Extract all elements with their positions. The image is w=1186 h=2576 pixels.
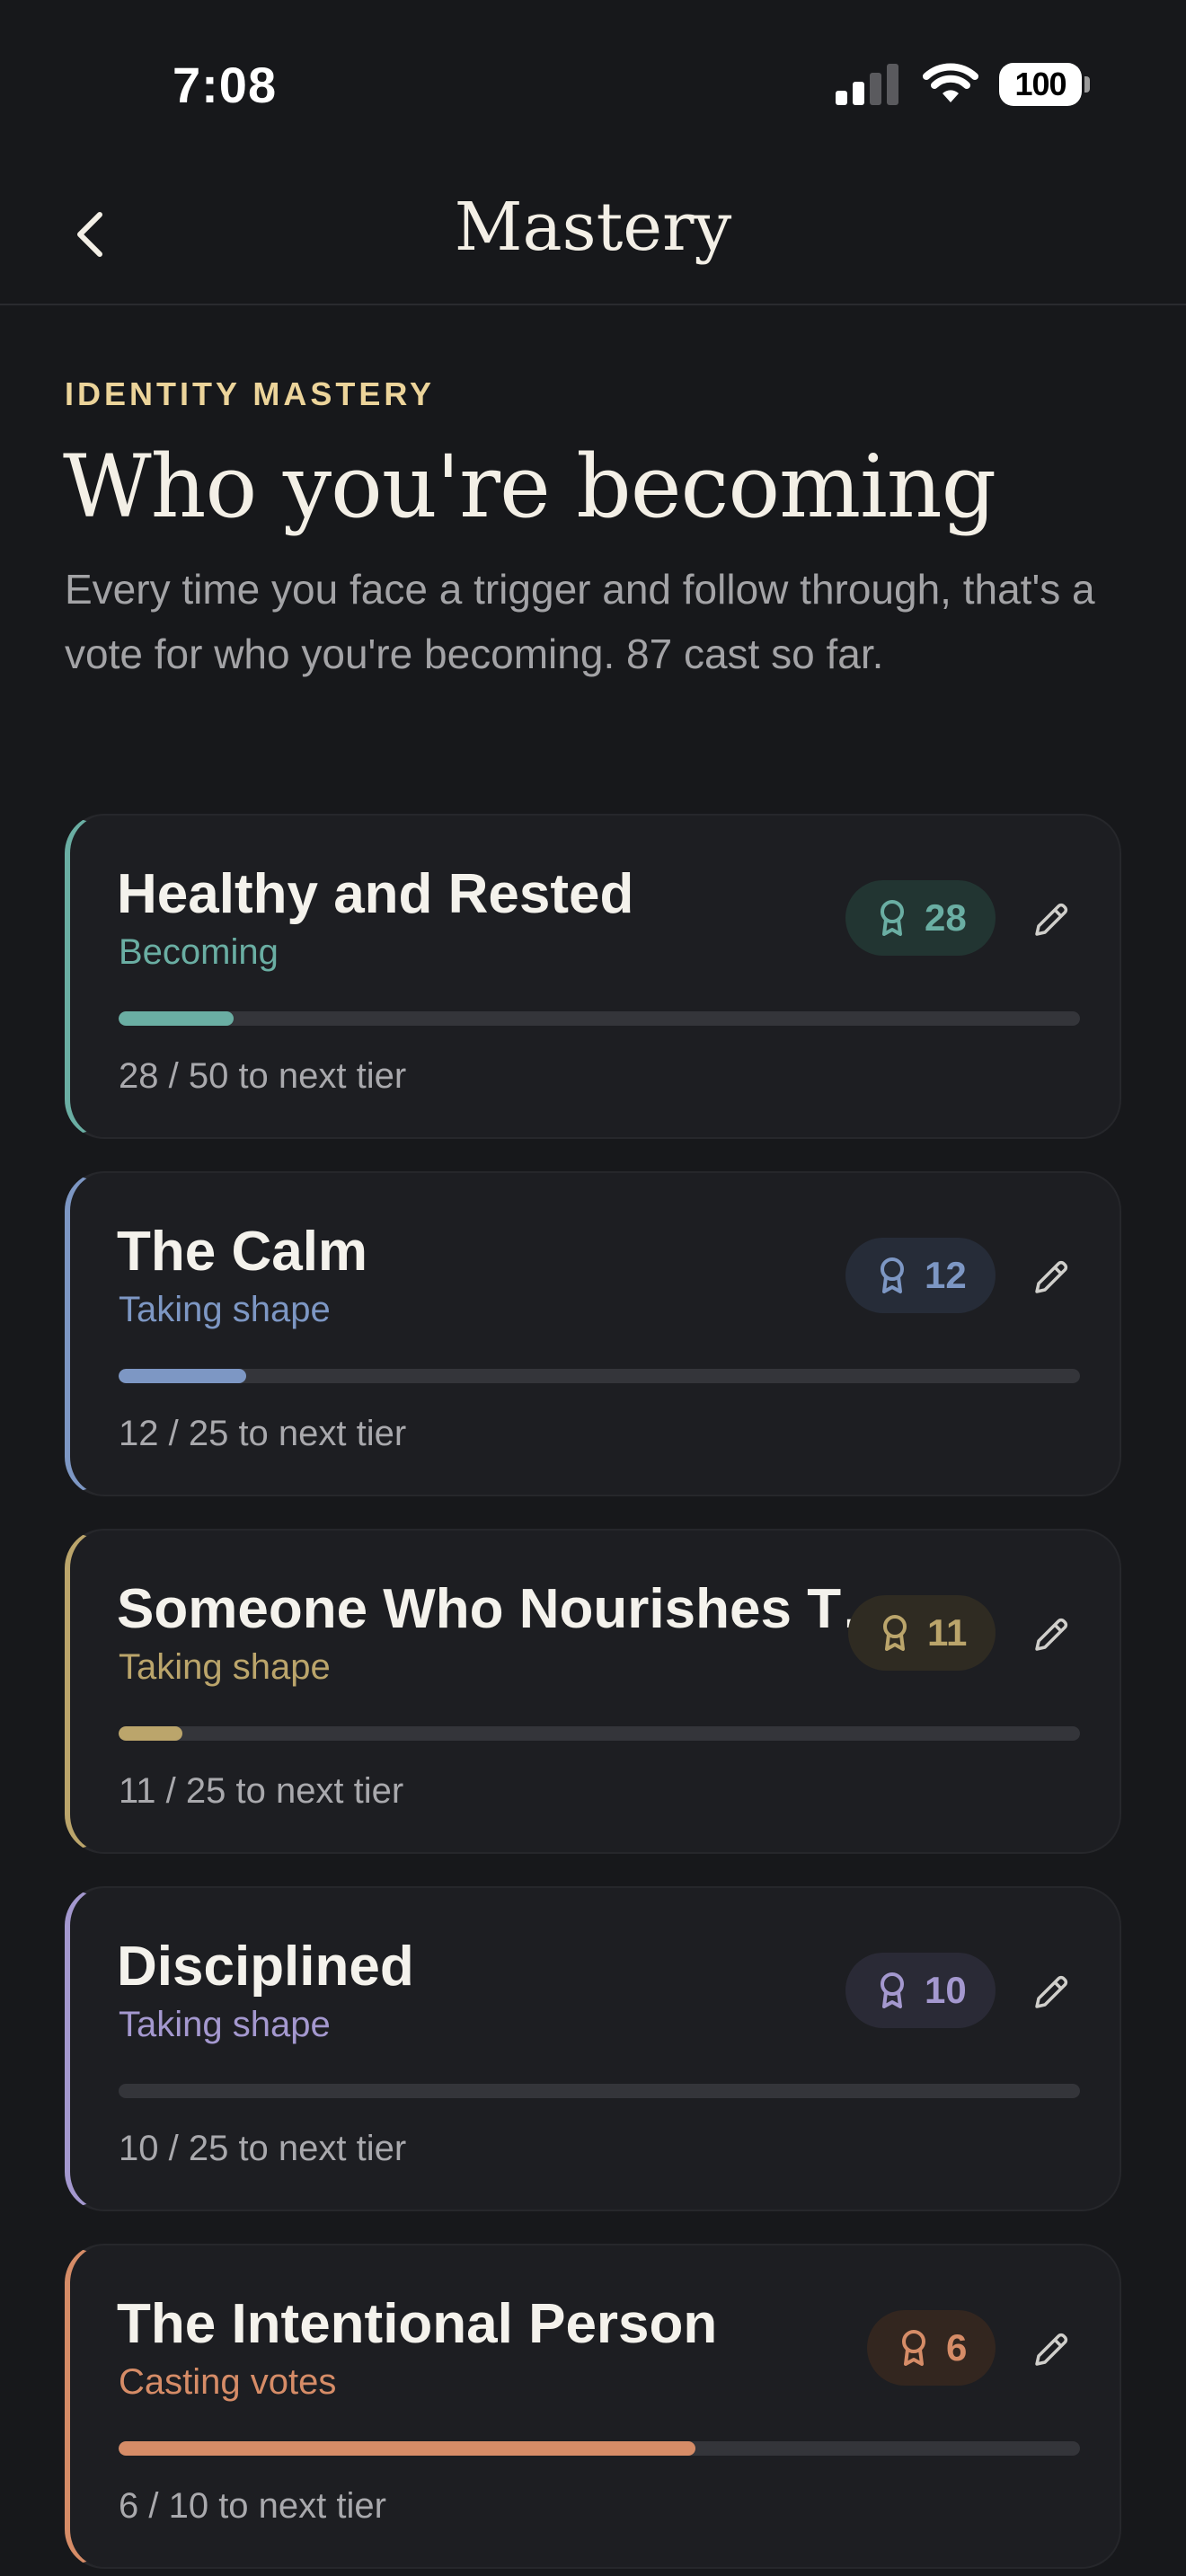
vote-count: 28 <box>925 896 967 939</box>
identity-title: Someone Who Nourishes Their Body <box>117 1578 898 1640</box>
status-time: 7:08 <box>173 57 278 113</box>
award-ribbon-icon <box>883 1615 907 1651</box>
edit-identity-button[interactable] <box>1026 1252 1076 1302</box>
identity-card[interactable]: Healthy and Rested Becoming 28 28 / 50 t… <box>65 814 1121 1139</box>
identity-card[interactable]: The Calm Taking shape 12 12 / 25 to next… <box>65 1171 1121 1496</box>
identity-card[interactable]: Disciplined Taking shape 10 10 / 25 to n… <box>65 1886 1121 2211</box>
vote-count-badge: 6 <box>867 2310 996 2386</box>
vote-count: 10 <box>925 1969 967 2011</box>
vote-count-badge: 10 <box>845 1953 996 2028</box>
progress-bar <box>119 2084 1080 2098</box>
vote-count: 6 <box>946 2326 968 2369</box>
progress-fill <box>119 2441 695 2456</box>
award-ribbon-icon <box>881 900 904 936</box>
identity-status: Becoming <box>119 932 279 972</box>
mastery-screen: 7:08 100 Mastery IDENTITY MASTERY Who yo… <box>0 0 1186 2576</box>
vote-count-badge: 12 <box>845 1238 996 1313</box>
award-ribbon-icon <box>881 1257 904 1293</box>
pencil-icon <box>1035 1260 1068 1293</box>
identity-title: Healthy and Rested <box>117 863 634 925</box>
identity-status: Taking shape <box>119 2005 331 2044</box>
edit-identity-button[interactable] <box>1026 2325 1076 2375</box>
status-bar: 7:08 100 <box>0 0 1186 171</box>
nav-title: Mastery <box>454 189 732 266</box>
identity-status: Taking shape <box>119 1290 331 1329</box>
progress-fill <box>119 1369 246 1383</box>
progress-text: 10 / 25 to next tier <box>119 2129 407 2168</box>
progress-text: 11 / 25 to next tier <box>119 1771 404 1811</box>
progress-fill <box>119 1726 182 1741</box>
cellular-signal-icon <box>836 64 898 105</box>
pencil-icon <box>1035 1618 1068 1651</box>
page-description: Every time you face a trigger and follow… <box>65 566 1095 677</box>
vote-count: 11 <box>927 1611 968 1654</box>
identity-status: Taking shape <box>119 1647 331 1687</box>
identity-title: Disciplined <box>117 1936 414 1998</box>
award-ribbon-icon <box>881 1972 904 2008</box>
edit-identity-button[interactable] <box>1026 895 1076 945</box>
vote-count-badge: 11 <box>848 1595 996 1671</box>
progress-text: 6 / 10 to next tier <box>119 2486 386 2526</box>
vote-count-badge: 28 <box>845 880 996 956</box>
pencil-icon <box>1035 903 1068 936</box>
identity-card[interactable]: The Intentional Person Casting votes 6 6… <box>65 2244 1121 2569</box>
progress-text: 28 / 50 to next tier <box>119 1056 407 1096</box>
identity-title: The Intentional Person <box>117 2293 718 2355</box>
pencil-icon <box>1035 2333 1068 2366</box>
identity-status: Casting votes <box>119 2362 337 2402</box>
progress-bar <box>119 1726 1080 1741</box>
identity-title: The Calm <box>117 1221 368 1283</box>
status-icons: 100 <box>836 59 1090 110</box>
edit-identity-button[interactable] <box>1026 1967 1076 2017</box>
pencil-icon <box>1035 1975 1068 2008</box>
identity-card[interactable]: Someone Who Nourishes Their Body Taking … <box>65 1529 1121 1854</box>
page-heading: Who you're becoming <box>63 437 996 537</box>
progress-text: 12 / 25 to next tier <box>119 1414 407 1453</box>
battery-icon: 100 <box>999 63 1090 106</box>
progress-fill <box>119 1011 234 1026</box>
battery-level: 100 <box>1014 66 1067 102</box>
progress-bar <box>119 1369 1080 1383</box>
award-ribbon-icon <box>902 2330 925 2366</box>
edit-identity-button[interactable] <box>1026 1610 1076 1660</box>
vote-count: 12 <box>925 1254 967 1296</box>
progress-bar <box>119 2441 1080 2456</box>
wifi-icon <box>923 63 978 102</box>
section-eyebrow: IDENTITY MASTERY <box>65 375 436 412</box>
navigation-bar: Mastery <box>0 171 1186 305</box>
progress-bar <box>119 1011 1080 1026</box>
